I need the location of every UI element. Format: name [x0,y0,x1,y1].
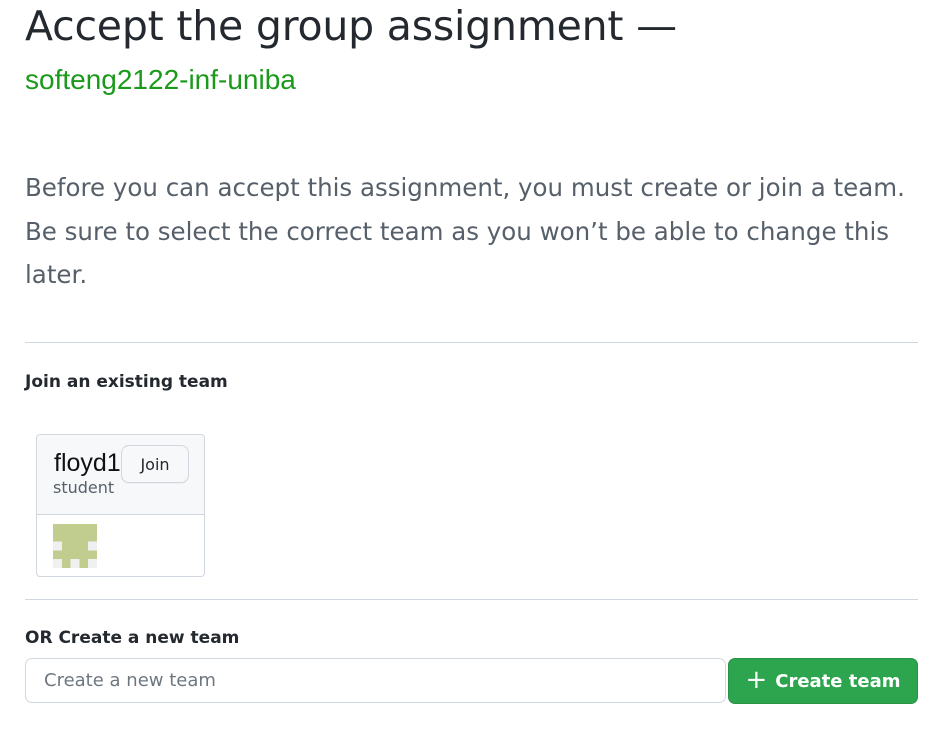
create-team-button-label: Create team [775,670,901,692]
page-title: Accept the group assignment — [25,2,677,50]
join-section-label: Join an existing team [25,372,228,392]
divider [25,342,918,343]
intro-text: Before you can accept this assignment, y… [25,173,905,289]
join-team-button[interactable]: Join [121,445,189,483]
organization-name: softeng2122-inf-uniba [25,64,296,95]
new-team-name-input[interactable] [25,658,726,703]
team-card-header: floyd1 student Join [37,435,204,515]
divider [25,599,918,600]
identicon-avatar [53,524,97,568]
team-card: floyd1 student Join [36,434,205,577]
create-team-button[interactable]: + Create team [728,658,918,704]
plus-icon: + [745,665,768,695]
team-role: student [53,478,115,497]
create-section-label: OR Create a new team [25,628,240,648]
